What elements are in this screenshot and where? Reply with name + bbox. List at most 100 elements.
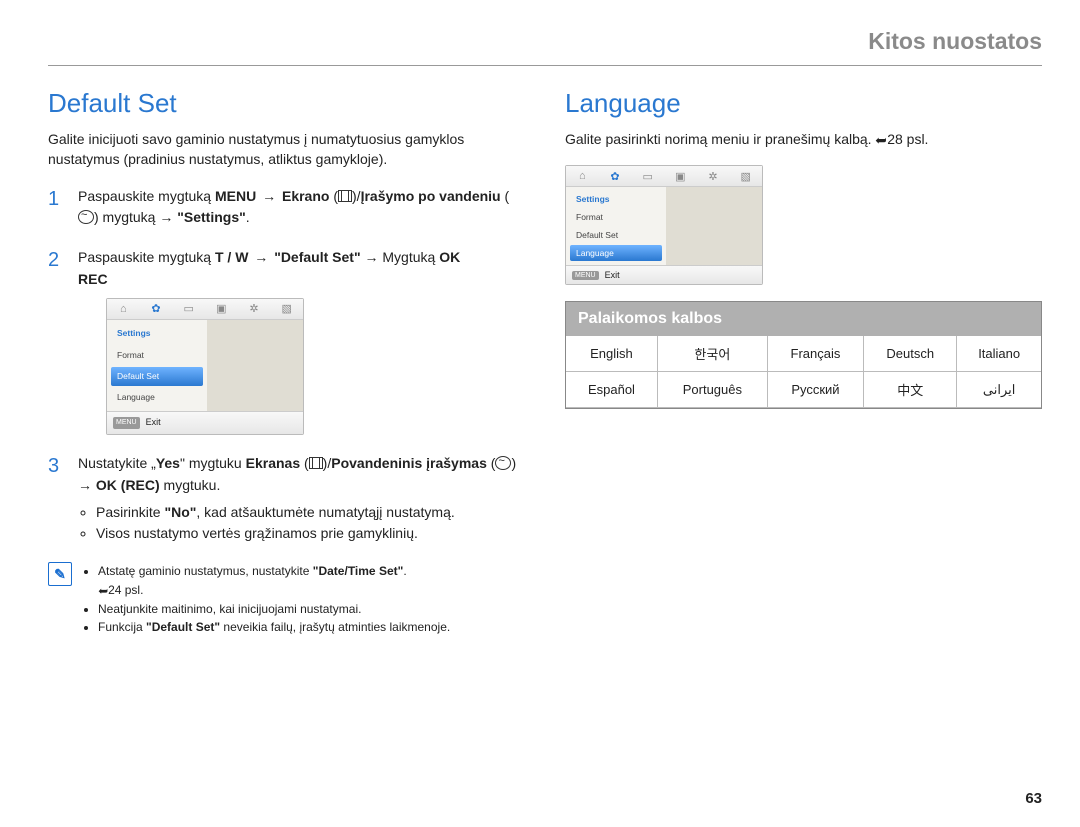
- b: Ekrano: [282, 188, 329, 204]
- note-item: Atstatę gaminio nustatymus, nustatykite …: [98, 562, 450, 599]
- b: Ekranas: [246, 455, 300, 471]
- menu-chip: MENU: [113, 417, 140, 430]
- lang-cell: English: [566, 336, 657, 372]
- device-body: Settings Format Default Set Language: [107, 320, 303, 411]
- lang-cell: Deutsch: [864, 336, 957, 372]
- languages-title: Palaikomos kalbos: [566, 302, 1041, 336]
- table-row: Español Português Русский 中文 ایرانی: [566, 372, 1041, 408]
- device-preview: [207, 320, 303, 411]
- ref-arrow-icon: ➥: [98, 582, 108, 601]
- section-title-default-set: Default Set: [48, 88, 525, 119]
- t: )/: [323, 455, 332, 471]
- step3-bullets: Pasirinkite "No", kad atšauktumėte numat…: [78, 502, 525, 544]
- device-side-menu: Settings Format Default Set Language: [107, 320, 207, 411]
- tab-icon: ▧: [270, 301, 303, 318]
- t: (: [329, 188, 338, 204]
- arrow-icon: →: [248, 249, 274, 265]
- tab-icon: ▣: [664, 170, 697, 183]
- lang-cell: 한국어: [657, 336, 767, 372]
- language-intro: Galite pasirinkti norimą meniu ir praneš…: [565, 129, 1042, 149]
- b: OK: [439, 249, 460, 265]
- tab-icon: ▭: [172, 301, 205, 318]
- b: "No": [164, 504, 196, 520]
- b: Yes: [156, 455, 180, 471]
- step1-text: Paspauskite mygtuką MENU → Ekrano ()/Įra…: [78, 188, 509, 226]
- t: )/: [352, 188, 361, 204]
- b: "Default Set": [146, 620, 220, 634]
- b: MENU: [215, 188, 256, 204]
- note-item: Neatjunkite maitinimo, kai inicijuojami …: [98, 600, 450, 619]
- right-column: Language Galite pasirinkti norimą meniu …: [565, 88, 1042, 637]
- device-screenshot-default-set: ⌂ ✿ ▭ ▣ ✲ ▧ Settings Format Default Set: [106, 298, 304, 435]
- lang-cell: 中文: [864, 372, 957, 408]
- device-screenshot-language: ⌂ ✿ ▭ ▣ ✲ ▧ Settings Format Default Set …: [565, 165, 763, 285]
- t: Paspauskite mygtuką: [78, 188, 215, 204]
- t: Nustatykite „: [78, 455, 156, 471]
- tab-icon: ⌂: [566, 170, 599, 182]
- page-header: Kitos nuostatos: [48, 28, 1042, 66]
- tab-icon: ▭: [631, 170, 664, 183]
- t: Pasirinkite: [96, 504, 164, 520]
- menu-head: Settings: [111, 324, 203, 343]
- b: REC: [78, 271, 108, 287]
- b: "Settings": [177, 209, 246, 225]
- t: mygtuku.: [160, 477, 221, 493]
- b: OK (REC): [96, 477, 160, 493]
- t: Galite pasirinkti norimą meniu ir praneš…: [565, 131, 875, 147]
- device-footer: MENU Exit: [107, 411, 303, 434]
- tab-icon-active: ✿: [599, 170, 632, 183]
- menu-item-selected: Language: [570, 245, 662, 261]
- tab-icon: ▧: [729, 170, 762, 183]
- default-set-intro: Galite inicijuoti savo gaminio nustatymu…: [48, 129, 525, 170]
- note-list: Atstatę gaminio nustatymus, nustatykite …: [82, 562, 450, 636]
- t: ) mygtuką →: [94, 209, 177, 225]
- t: .: [403, 564, 406, 578]
- t: , kad atšauktumėte numatytąjį nustatymą.: [196, 504, 454, 520]
- menu-item-selected: Default Set: [111, 367, 203, 386]
- page: Kitos nuostatos Default Set Galite inici…: [0, 0, 1080, 827]
- bullet: Pasirinkite "No", kad atšauktumėte numat…: [96, 502, 525, 523]
- steps-list: 1 Paspauskite mygtuką MENU → Ekrano ()/Į…: [48, 186, 525, 545]
- step-number: 1: [48, 184, 59, 215]
- t: (: [487, 455, 496, 471]
- device-side-menu: Settings Format Default Set Language: [566, 187, 666, 265]
- exit-label: Exit: [146, 416, 161, 430]
- two-column-layout: Default Set Galite inicijuoti savo gamin…: [48, 88, 1042, 637]
- step3-text: Nustatykite „Yes" mygtuku Ekranas ( )/Pov…: [78, 455, 516, 493]
- ref: 28 psl.: [887, 131, 928, 147]
- exit-label: Exit: [605, 270, 620, 280]
- menu-item: Format: [111, 346, 203, 365]
- menu-head: Settings: [570, 191, 662, 207]
- languages-table: English 한국어 Français Deutsch Italiano Es…: [566, 336, 1041, 408]
- page-number: 63: [1025, 790, 1042, 807]
- device-preview: [666, 187, 762, 265]
- step-number: 3: [48, 451, 59, 482]
- lang-cell: Português: [657, 372, 767, 408]
- t: Paspauskite mygtuką: [78, 249, 215, 265]
- menu-item: Format: [570, 209, 662, 225]
- t: " mygtuku: [180, 455, 246, 471]
- display-icon: [338, 190, 352, 202]
- step-3: 3 Nustatykite „Yes" mygtuku Ekranas ()/P…: [48, 453, 525, 544]
- tab-icon: ✲: [697, 170, 730, 183]
- b: T / W: [215, 249, 248, 265]
- device-footer: MENU Exit: [566, 265, 762, 284]
- t: → Mygtuką: [361, 249, 440, 265]
- display-icon: [309, 457, 323, 469]
- bullet: Visos nustatymo vertės grąžinamos prie g…: [96, 523, 525, 544]
- device-tabs: ⌂ ✿ ▭ ▣ ✲ ▧: [566, 166, 762, 187]
- b: "Default Set": [274, 249, 360, 265]
- lang-cell: Italiano: [957, 336, 1041, 372]
- b: Povandeninis įrašymas: [331, 455, 487, 471]
- t: .: [246, 209, 250, 225]
- t: Funkcija: [98, 620, 146, 634]
- note-icon: ✎: [48, 562, 72, 586]
- menu-chip: MENU: [572, 271, 599, 280]
- underwater-icon: [495, 456, 511, 470]
- b: "Date/Time Set": [313, 564, 404, 578]
- underwater-icon: [78, 210, 94, 224]
- ref: 24 psl.: [108, 583, 143, 597]
- lang-cell: Русский: [767, 372, 863, 408]
- t: Atstatę gaminio nustatymus, nustatykite: [98, 564, 313, 578]
- note-box: ✎ Atstatę gaminio nustatymus, nustatykit…: [48, 562, 525, 636]
